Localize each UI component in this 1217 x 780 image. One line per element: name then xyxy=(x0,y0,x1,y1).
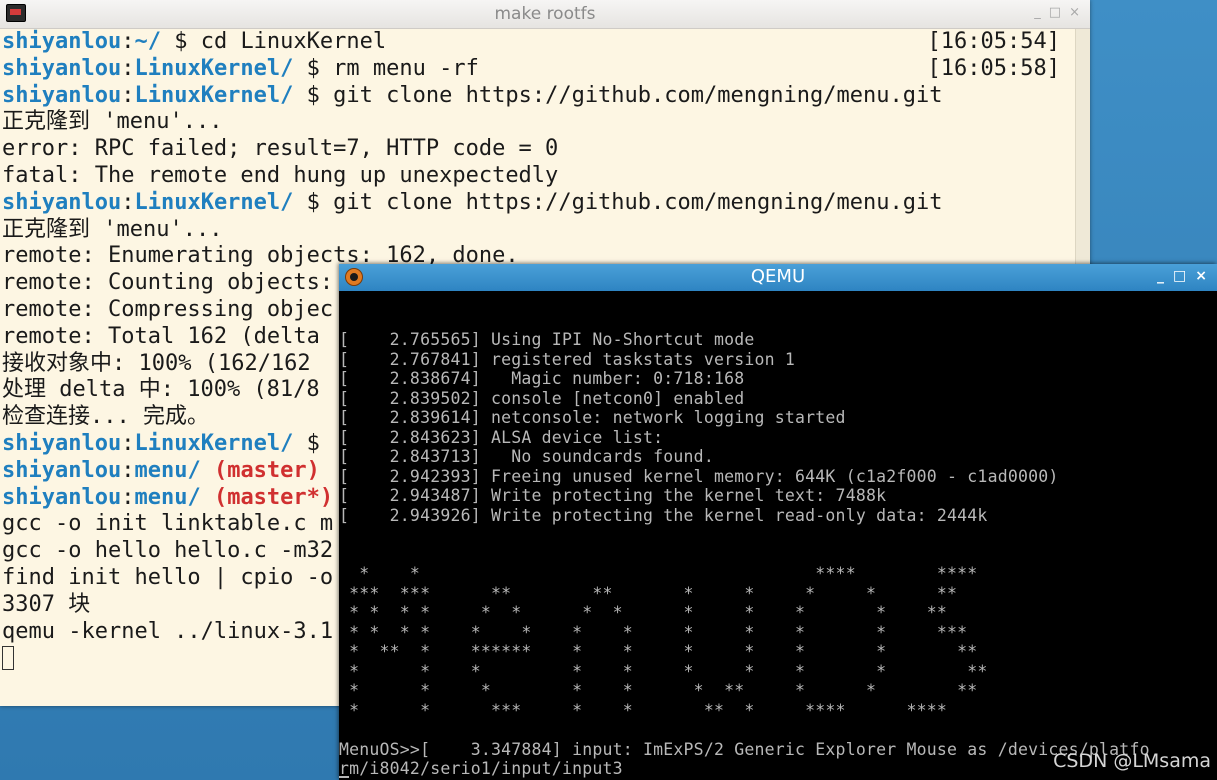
output-text: gcc -o hello hello.c -m32 xyxy=(2,538,334,564)
timestamp: [16:05:54] xyxy=(927,29,1060,54)
console-line: * * * * * * * * * ** xyxy=(339,661,988,681)
console-line: * * * * * * ** * * ** xyxy=(339,681,978,700)
command-text: $ git clone https://github.com/mengning/… xyxy=(293,82,943,108)
timestamp: [16:05:58] xyxy=(927,55,1060,81)
prompt-separator: : xyxy=(121,484,135,510)
output-text: 正克隆到 'menu'... xyxy=(2,216,223,242)
output-text: 正克隆到 'menu'... xyxy=(2,109,223,135)
console-cursor xyxy=(339,776,349,778)
qemu-window-controls: _ □ × xyxy=(1157,268,1207,284)
console-line: * * **** **** xyxy=(339,564,978,583)
console-line: [ 2.765565] Using IPI No-Shortcut mode xyxy=(339,330,755,349)
prompt-separator: : xyxy=(121,55,135,81)
command-text: $ cd LinuxKernel xyxy=(160,29,387,54)
console-line: [ 2.843713] No soundcards found. xyxy=(339,447,714,466)
prompt-separator: : xyxy=(121,82,135,108)
qemu-titlebar[interactable]: QEMU _ □ × xyxy=(339,264,1217,291)
terminal-line: 正克隆到 'menu'... xyxy=(2,109,1076,136)
terminal-line: error: RPC failed; result=7, HTTP code =… xyxy=(2,136,1076,163)
terminal-line: shiyanlou:LinuxKernel/ $ rm menu -rf [16:… xyxy=(2,56,1076,83)
output-text: gcc -o init linktable.c m xyxy=(2,511,334,537)
prompt-path: menu/ xyxy=(134,457,201,483)
prompt-branch: (master) xyxy=(200,457,320,483)
terminal-cursor xyxy=(2,646,14,671)
terminal-line: shiyanlou:LinuxKernel/ $ git clone https… xyxy=(2,83,1076,110)
terminal-line: fatal: The remote end hung up unexpected… xyxy=(2,163,1076,190)
console-line: [ 2.839502] console [netcon0] enabled xyxy=(339,388,745,408)
console-line: *** *** ** ** * * * * ** xyxy=(339,583,958,603)
console-line: [ 2.843623] ALSA device list: xyxy=(339,427,664,447)
output-text: 3307 块 xyxy=(2,591,91,617)
prompt-user: shiyanlou xyxy=(2,82,122,108)
prompt-separator: : xyxy=(121,189,135,215)
command-text: $ xyxy=(293,430,320,456)
prompt-user: shiyanlou xyxy=(2,189,122,215)
output-text: qemu -kernel ../linux-3.1 xyxy=(2,618,334,644)
output-text: 检查连接... 完成。 xyxy=(2,404,209,430)
output-text: fatal: The remote end hung up unexpected… xyxy=(2,162,559,188)
close-icon[interactable]: × xyxy=(1195,268,1207,284)
prompt-separator: : xyxy=(121,430,135,456)
output-text: 接收对象中: 100% (162/162 xyxy=(2,350,311,376)
minimize-icon[interactable]: _ xyxy=(1034,5,1041,20)
prompt-user: shiyanlou xyxy=(2,55,122,81)
prompt-branch: (master*) xyxy=(200,484,334,510)
prompt-path: LinuxKernel/ xyxy=(134,82,294,108)
close-icon[interactable]: × xyxy=(1069,5,1080,20)
output-text: error: RPC failed; result=7, HTTP code =… xyxy=(2,136,559,162)
output-text: remote: Total 162 (delta xyxy=(2,323,320,349)
prompt-path: LinuxKernel/ xyxy=(134,430,294,456)
output-text: 处理 delta 中: 100% (81/8 xyxy=(2,377,320,403)
terminal-window-controls: _ □ × xyxy=(1034,5,1080,20)
prompt-user: shiyanlou xyxy=(2,430,122,456)
terminal-title: make rootfs xyxy=(494,4,596,24)
prompt-user: shiyanlou xyxy=(2,29,122,54)
console-line: [ 2.943926] Write protecting the kernel … xyxy=(339,505,988,525)
prompt-path: ~/ xyxy=(134,29,161,54)
console-line: * * * * * * * * * * * * ** xyxy=(339,603,948,622)
output-text: remote: Compressing objec xyxy=(2,296,334,322)
console-line: [ 2.838674] Magic number: 0:718:168 xyxy=(339,369,745,388)
console-line: [ 2.839614] netconsole: network logging … xyxy=(339,408,846,427)
terminal-titlebar[interactable]: make rootfs _ □ × xyxy=(0,0,1090,29)
prompt-path: LinuxKernel/ xyxy=(134,55,294,81)
output-text: remote: Counting objects: xyxy=(2,270,334,296)
minimize-icon[interactable]: _ xyxy=(1157,268,1164,284)
console-line: * * * * * * * * * * * * *** xyxy=(339,622,968,642)
console-line: * * *** * * ** * **** **** xyxy=(339,700,948,720)
output-text: find init hello | cpio -o xyxy=(2,564,334,590)
maximize-icon[interactable]: □ xyxy=(1049,5,1061,20)
console-line: [ 2.942393] Freeing unused kernel memory… xyxy=(339,466,1059,486)
terminal-line: shiyanlou:LinuxKernel/ $ git clone https… xyxy=(2,190,1076,217)
prompt-user: shiyanlou xyxy=(2,457,122,483)
prompt-separator: : xyxy=(121,457,135,483)
terminal-line: shiyanlou:~/ $ cd LinuxKernel [16:05:54] xyxy=(2,29,1076,56)
command-text: $ rm menu -rf xyxy=(293,55,479,81)
maximize-icon[interactable]: □ xyxy=(1173,268,1186,284)
console-line: * ** * ****** * * * * * * ** xyxy=(339,642,978,661)
prompt-path: LinuxKernel/ xyxy=(134,189,294,215)
prompt-user: shiyanlou xyxy=(2,484,122,510)
qemu-window[interactable]: QEMU _ □ × [ 2.765565] Using IPI No-Shor… xyxy=(339,264,1217,780)
terminal-line: 正克隆到 'menu'... xyxy=(2,217,1076,244)
prompt-separator: : xyxy=(121,29,135,54)
console-line: [ 2.767841] registered taskstats version… xyxy=(339,349,796,369)
qemu-title: QEMU xyxy=(750,266,806,287)
qemu-console[interactable]: [ 2.765565] Using IPI No-Shortcut mode[ … xyxy=(339,291,1217,780)
command-text: $ git clone https://github.com/mengning/… xyxy=(293,189,943,215)
prompt-path: menu/ xyxy=(134,484,201,510)
watermark: CSDN @LMsama xyxy=(1053,750,1211,772)
console-line: [ 2.943487] Write protecting the kernel … xyxy=(339,486,887,505)
